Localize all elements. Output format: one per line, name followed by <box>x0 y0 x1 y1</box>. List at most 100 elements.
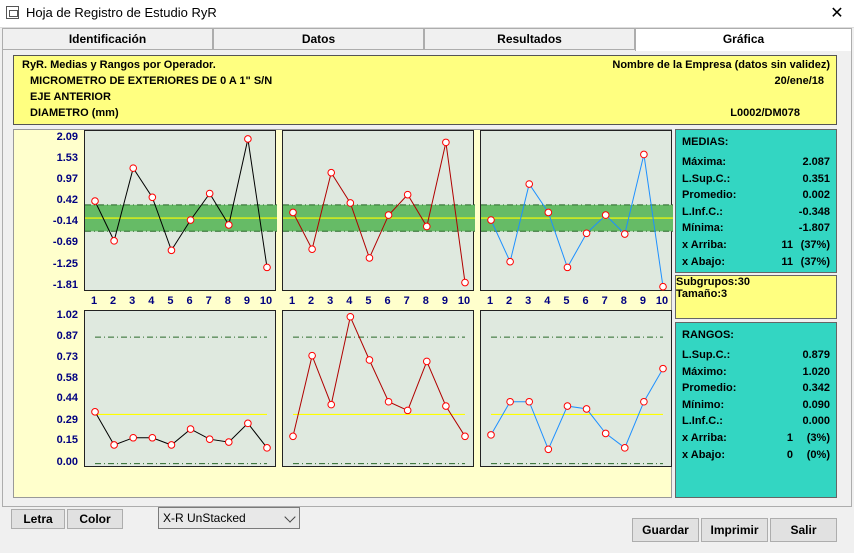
x-tick-label: 5 <box>563 295 570 307</box>
data-point <box>640 150 648 159</box>
x-tick-label: 1 <box>486 295 494 307</box>
chart-type-value: X-R UnStacked <box>163 511 246 525</box>
stat-label: Tamaño: <box>676 288 722 300</box>
letra-button[interactable]: Letra <box>11 509 65 529</box>
data-point <box>244 135 252 143</box>
stat-value: 2.087 <box>802 156 830 168</box>
header-characteristic: DIAMETRO (mm) <box>30 107 119 119</box>
chart-type-select[interactable]: X-R UnStacked <box>158 507 300 529</box>
stat-value: 11 <box>781 255 793 268</box>
x-tick-label: 8 <box>422 295 429 307</box>
data-point <box>129 433 138 442</box>
y-tick-label: 0.97 <box>56 173 78 186</box>
rangos-stats: RANGOS: L.Sup.C.: 0.879 Máximo: 1.020 Promed… <box>675 322 837 498</box>
data-point <box>563 263 572 272</box>
medias-row: Máxima: 2.087 <box>682 156 830 170</box>
medias-title: MEDIAS: <box>682 136 729 148</box>
header-company: Nombre de la Empresa (datos sin validez) <box>612 59 830 71</box>
window-title: Hoja de Registro de Estudio RyR <box>26 5 217 20</box>
medias-row: L.Sup.C.: 0.351 <box>682 173 830 187</box>
title-bar: Hoja de Registro de Estudio RyR ✕ <box>0 0 854 27</box>
data-point <box>224 221 233 229</box>
data-point <box>110 237 118 245</box>
tab-datos[interactable]: Datos <box>213 28 424 50</box>
rangos-row: x Abajo: (0%) 0 <box>682 449 830 463</box>
x-tick-label: 4 <box>544 295 551 307</box>
stat-percent: (3%) <box>806 432 830 444</box>
x-tick-label: 9 <box>639 295 646 307</box>
x-tick-label: 7 <box>403 295 410 307</box>
rangos-plot-3 <box>480 310 672 467</box>
medias-stats: MEDIAS: Máxima: 2.087 L.Sup.C.: 0.351 Promed… <box>675 129 837 273</box>
stat-label: Promedio: <box>682 382 737 395</box>
stat-value: 30 <box>737 276 750 288</box>
data-point <box>384 397 393 406</box>
stat-label: Subgrupos: <box>676 276 738 288</box>
x-tick-label: 3 <box>525 295 532 307</box>
y-tick-label: -0.69 <box>52 236 78 249</box>
grafica-panel: RyR. Medias y Rangos por Operador. Nombr… <box>2 49 852 529</box>
rangos-row: Mínimo: 0.090 <box>682 399 830 413</box>
rangos-row: L.Sup.C.: 0.879 <box>682 349 830 363</box>
data-point <box>525 397 534 406</box>
data-point <box>487 216 495 224</box>
data-point <box>422 357 431 366</box>
stat-label: Promedio: <box>682 189 737 202</box>
x-tick-label: 4 <box>148 295 155 307</box>
x-tick-label: 1 <box>288 295 296 307</box>
medias-row: Mínima: -1.807 <box>682 222 830 236</box>
data-point <box>148 433 157 442</box>
tab-identificacion[interactable]: Identificación <box>2 28 213 50</box>
imprimir-button[interactable]: Imprimir <box>701 518 768 542</box>
header-date: 20/ene/18 <box>774 75 824 87</box>
y-tick-label: 0.00 <box>56 455 78 468</box>
data-point <box>263 263 271 272</box>
stat-label: x Abajo: <box>682 255 725 268</box>
y-tick-label: 0.73 <box>56 350 78 363</box>
x-tick-label: 2 <box>506 295 513 307</box>
stat-value: 0 <box>786 448 793 461</box>
y-tick-label: 0.42 <box>56 194 78 207</box>
x-tick-label: 6 <box>582 295 589 307</box>
tab-grafica[interactable]: Gráfica <box>635 28 852 51</box>
data-point <box>186 216 195 224</box>
close-icon[interactable]: ✕ <box>820 2 854 25</box>
data-point <box>148 193 157 202</box>
header-part: EJE ANTERIOR <box>30 91 111 103</box>
x-tick-label: 5 <box>365 295 372 307</box>
data-point <box>167 246 176 255</box>
data-point <box>563 402 572 410</box>
stat-value: 0.351 <box>802 172 830 185</box>
color-button[interactable]: Color <box>67 509 123 529</box>
stat-value: 0.000 <box>802 415 830 428</box>
y-tick-label: -1.81 <box>52 278 78 291</box>
data-point <box>91 408 99 416</box>
x-tick-label: 10 <box>457 295 471 307</box>
tab-strip: Identificación Datos Resultados Gráfica <box>2 28 852 51</box>
series-line <box>94 411 268 449</box>
data-point <box>461 278 469 287</box>
x-tick-label: 3 <box>327 295 334 307</box>
data-point <box>289 208 297 217</box>
stat-label: L.Sup.C.: <box>682 349 731 361</box>
stat-label: Máximo: <box>682 365 727 378</box>
data-point <box>487 431 495 439</box>
y-tick-label: -0.14 <box>52 215 78 228</box>
stat-value: -0.348 <box>798 205 830 218</box>
x-tick-label: 7 <box>601 295 608 307</box>
stat-label: L.Inf.C.: <box>682 415 723 428</box>
data-point <box>659 364 667 373</box>
tab-resultados[interactable]: Resultados <box>424 28 635 50</box>
salir-button[interactable]: Salir <box>770 518 837 542</box>
x-tick-label: 7 <box>205 295 212 307</box>
guardar-button[interactable]: Guardar <box>632 518 699 542</box>
data-point <box>365 356 374 364</box>
data-point <box>601 211 610 219</box>
y-tick-label: 1.53 <box>56 152 78 165</box>
series-line <box>292 315 466 437</box>
x-tick-label: 10 <box>655 295 669 307</box>
y-tick-label: 1.02 <box>56 308 78 321</box>
data-point <box>620 444 629 452</box>
series-line <box>490 368 664 451</box>
stat-percent: (0%) <box>806 448 830 461</box>
